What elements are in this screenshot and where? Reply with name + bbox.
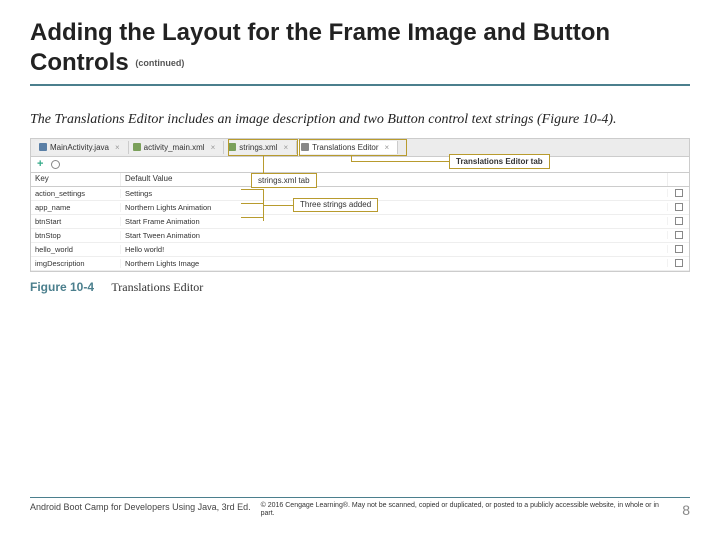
java-file-icon	[39, 143, 47, 151]
add-key-icon[interactable]: +	[37, 158, 43, 170]
callout-line	[241, 203, 263, 204]
cell-key: imgDescription	[31, 259, 121, 268]
checkbox-icon[interactable]	[675, 231, 683, 239]
table-row[interactable]: imgDescription Northern Lights Image	[31, 257, 689, 271]
close-icon[interactable]: ×	[211, 143, 216, 152]
page-number: 8	[672, 502, 690, 518]
cell-value: Start Tween Animation	[121, 231, 667, 240]
callout-translations-tab: Translations Editor tab	[449, 154, 550, 169]
callout-strings-tab: strings.xml tab	[251, 173, 317, 188]
tab-strings-xml[interactable]: strings.xml ×	[224, 141, 297, 154]
close-icon[interactable]: ×	[385, 143, 390, 152]
checkbox-icon[interactable]	[675, 217, 683, 225]
footer-source: Android Boot Camp for Developers Using J…	[30, 502, 251, 512]
cell-value: Settings	[121, 189, 667, 198]
header-default: Default Value	[121, 173, 667, 186]
cell-key: action_settings	[31, 189, 121, 198]
cell-value: Start Frame Animation	[121, 217, 667, 226]
tab-activity-main-xml[interactable]: activity_main.xml ×	[129, 141, 225, 154]
checkbox-icon[interactable]	[675, 245, 683, 253]
slide-footer: Android Boot Camp for Developers Using J…	[30, 497, 690, 518]
checkbox-icon[interactable]	[675, 259, 683, 267]
figure-caption: Figure 10-4 Translations Editor	[30, 280, 690, 295]
tab-label: strings.xml	[239, 143, 277, 152]
title-rule	[30, 84, 690, 86]
tab-mainactivity[interactable]: MainActivity.java ×	[35, 141, 129, 154]
cell-key: app_name	[31, 203, 121, 212]
callout-line	[241, 217, 263, 218]
slide-title: Adding the Layout for the Frame Image an…	[30, 18, 690, 78]
callout-text: Three strings added	[300, 200, 371, 209]
cell-value: Northern Lights Animation	[121, 203, 667, 212]
header-check	[667, 173, 689, 186]
tab-translations-editor[interactable]: Translations Editor ×	[297, 141, 398, 154]
table-header: Key Default Value	[31, 173, 689, 187]
intro-text: The Translations Editor includes an imag…	[30, 110, 690, 130]
tab-label: Translations Editor	[312, 143, 378, 152]
cell-value: Northern Lights Image	[121, 259, 667, 268]
callout-three-strings: Three strings added	[293, 198, 378, 213]
tab-label: activity_main.xml	[144, 143, 205, 152]
table-row[interactable]: btnStart Start Frame Animation	[31, 215, 689, 229]
footer-copyright: © 2016 Cengage Learning®. May not be sca…	[251, 502, 673, 518]
xml-file-icon	[228, 143, 236, 151]
editor-tabs: MainActivity.java × activity_main.xml × …	[31, 139, 689, 157]
checkbox-icon[interactable]	[675, 189, 683, 197]
tab-label: MainActivity.java	[50, 143, 109, 152]
figure-number: Figure 10-4	[30, 280, 94, 294]
callout-line	[263, 205, 293, 206]
close-icon[interactable]: ×	[115, 143, 120, 152]
editor-screenshot: MainActivity.java × activity_main.xml × …	[30, 138, 690, 272]
callout-line	[241, 189, 263, 190]
cell-key: hello_world	[31, 245, 121, 254]
table-row[interactable]: btnStop Start Tween Animation	[31, 229, 689, 243]
title-text: Adding the Layout for the Frame Image an…	[30, 19, 610, 76]
callout-line	[351, 155, 352, 162]
checkbox-icon[interactable]	[675, 203, 683, 211]
figure-caption-text: Translations Editor	[111, 280, 203, 294]
translations-icon	[301, 143, 309, 151]
cell-key: btnStart	[31, 217, 121, 226]
continued-label: (continued)	[135, 58, 184, 68]
editor-toolbar: +	[31, 157, 689, 173]
globe-icon[interactable]	[51, 160, 60, 169]
callout-line	[263, 189, 264, 221]
callout-line	[263, 155, 264, 173]
cell-key: btnStop	[31, 231, 121, 240]
close-icon[interactable]: ×	[283, 143, 288, 152]
xml-file-icon	[133, 143, 141, 151]
table-row[interactable]: hello_world Hello world!	[31, 243, 689, 257]
header-key: Key	[31, 173, 121, 186]
callout-line	[351, 161, 449, 162]
cell-value: Hello world!	[121, 245, 667, 254]
